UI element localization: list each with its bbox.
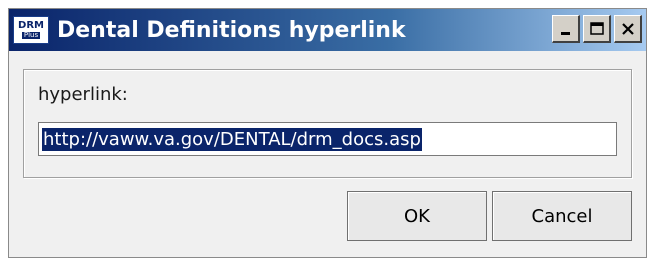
hyperlink-input[interactable]: http://vaww.va.gov/DENTAL/drm_docs.asp xyxy=(38,122,617,156)
hyperlink-value: http://vaww.va.gov/DENTAL/drm_docs.asp xyxy=(42,127,422,151)
ok-button[interactable]: OK xyxy=(347,191,487,241)
close-icon xyxy=(621,22,634,35)
app-icon-text-bottom: Plus xyxy=(21,31,41,39)
minimize-button[interactable] xyxy=(552,15,580,43)
minimize-icon xyxy=(560,31,570,35)
close-button[interactable] xyxy=(614,15,642,43)
maximize-icon xyxy=(589,21,604,35)
window-title: Dental Definitions hyperlink xyxy=(57,17,406,43)
dialog-window: DRM Plus Dental Definitions hyperlink hy… xyxy=(8,8,647,258)
window-controls xyxy=(552,15,642,43)
maximize-button[interactable] xyxy=(583,15,611,43)
title-bar[interactable]: DRM Plus Dental Definitions hyperlink xyxy=(9,9,646,51)
cancel-button[interactable]: Cancel xyxy=(492,191,632,241)
hyperlink-label: hyperlink: xyxy=(38,84,128,105)
hyperlink-group: hyperlink: http://vaww.va.gov/DENTAL/drm… xyxy=(23,69,632,178)
app-icon: DRM Plus xyxy=(13,16,49,44)
app-icon-text-top: DRM xyxy=(18,20,44,31)
